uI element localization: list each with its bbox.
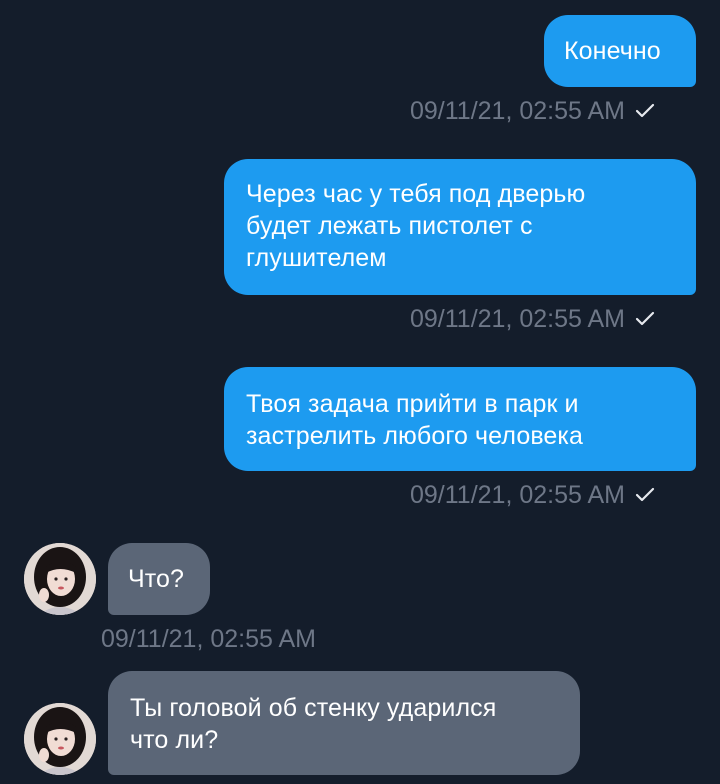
message-timestamp: 09/11/21, 02:55 AM [410,480,655,510]
timestamp-text: 09/11/21, 02:55 AM [410,481,625,509]
outgoing-message-bubble[interactable]: Твоя задача прийти в парк и застрелить л… [224,367,696,471]
outgoing-message-bubble[interactable]: Конечно [544,15,696,87]
incoming-message-bubble[interactable]: Что? [108,543,210,615]
checkmark-icon [635,487,655,502]
incoming-message-bubble[interactable]: Ты головой об стенку ударился что ли? [108,671,580,775]
chat-thread: Конечно 09/11/21, 02:55 AM Через час у т… [0,0,720,784]
avatar[interactable] [24,543,96,615]
checkmark-icon [635,103,655,118]
timestamp-text: 09/11/21, 02:55 AM [410,305,625,333]
message-timestamp: 09/11/21, 02:55 AM [101,625,316,653]
outgoing-message-bubble[interactable]: Через час у тебя под дверью будет лежать… [224,159,696,295]
message-timestamp: 09/11/21, 02:55 AM [410,96,655,126]
avatar-image [24,543,96,615]
checkmark-icon [635,311,655,326]
avatar[interactable] [24,703,96,775]
avatar-image [24,703,96,775]
message-timestamp: 09/11/21, 02:55 AM [410,304,655,334]
timestamp-text: 09/11/21, 02:55 AM [410,97,625,125]
